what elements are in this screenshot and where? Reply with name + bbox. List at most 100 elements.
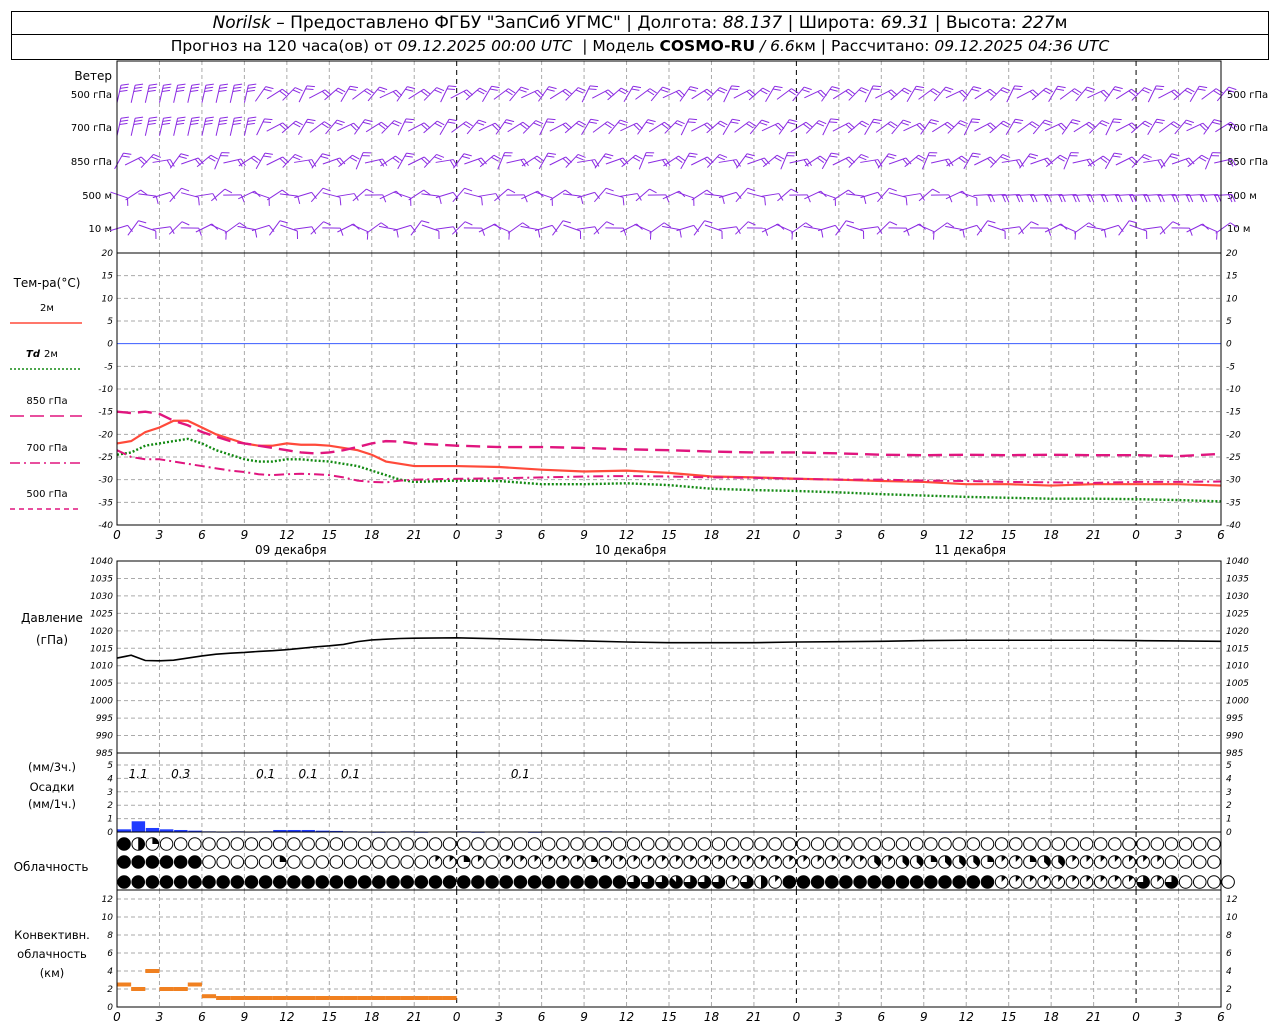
precip-unit-1h: (мм/1ч.) bbox=[28, 797, 76, 811]
convective-cloud-mark bbox=[187, 982, 202, 987]
wind-barb-icon bbox=[638, 152, 655, 170]
wind-barb-icon bbox=[552, 220, 571, 236]
cloud-cover-icon bbox=[626, 875, 641, 889]
precip-3h-sum-label: 0.1 bbox=[299, 767, 318, 781]
time-axis-hour-label-bottom: 15 bbox=[661, 1010, 676, 1024]
cloud-cover-icon bbox=[400, 855, 414, 869]
wind-barb-icon bbox=[254, 86, 274, 102]
cloud-cover-icon bbox=[230, 855, 245, 869]
convective-cloud-mark bbox=[131, 987, 146, 991]
wind-barb-icon bbox=[706, 87, 728, 101]
wind-barb-icon bbox=[506, 194, 528, 203]
cloud-cover-icon bbox=[357, 875, 372, 889]
cloud-cover-icon bbox=[669, 837, 683, 851]
cloud-cover-icon bbox=[400, 875, 414, 889]
time-axis-hour-label: 3 bbox=[835, 528, 843, 542]
cloud-cover-icon bbox=[740, 855, 754, 869]
wind-barb-icon bbox=[463, 227, 486, 236]
convective-cloud-mark bbox=[400, 996, 415, 1000]
convective-tick-label-right: 12 bbox=[1226, 895, 1238, 905]
time-axis-hour-label-bottom: 9 bbox=[580, 1010, 588, 1024]
time-axis-hour-label: 21 bbox=[746, 528, 761, 542]
convective-cloud-mark bbox=[272, 996, 287, 1000]
wind-barb-icon bbox=[144, 83, 158, 103]
cloud-cover-icon bbox=[315, 837, 330, 851]
wind-barb-icon bbox=[1063, 152, 1079, 170]
wind-barb-icon bbox=[1160, 153, 1180, 169]
temperature-tick-label-left: 10 bbox=[102, 294, 114, 304]
cloud-cover-icon bbox=[202, 855, 216, 869]
cloud-cover-icon bbox=[1178, 855, 1193, 869]
temperature-tick-label-right: -25 bbox=[1226, 453, 1241, 463]
cloud-cover-icon bbox=[1221, 875, 1235, 889]
cloud-cover-icon bbox=[386, 875, 400, 889]
legend-label: Td bbox=[26, 349, 41, 360]
precip-3h-sum-label: 1.1 bbox=[129, 767, 148, 781]
wind-barb-icon bbox=[987, 224, 1006, 240]
wind-barb-icon bbox=[605, 192, 625, 206]
time-axis-hour-label-bottom: 0 bbox=[113, 1010, 121, 1024]
legend-label: 2м bbox=[44, 349, 58, 360]
precip-3h-sum-label: 0.1 bbox=[256, 767, 275, 781]
pressure-tick-label-left: 1020 bbox=[90, 627, 113, 637]
cloud-cover-icon bbox=[782, 855, 797, 869]
wind-barb-icon bbox=[282, 87, 303, 101]
wind-barb-icon bbox=[746, 227, 769, 236]
wind-level-label-left: 500 гПа bbox=[71, 90, 112, 101]
wind-barb-icon bbox=[366, 222, 389, 234]
cloud-cover-icon bbox=[810, 875, 825, 889]
time-axis-day-label: 10 декабря bbox=[595, 543, 667, 557]
cloud-cover-icon bbox=[1008, 837, 1023, 851]
cloud-cover-icon bbox=[966, 837, 981, 851]
precip-tick-label-right: 3 bbox=[1226, 788, 1232, 798]
wind-barb-icon bbox=[634, 223, 652, 240]
cloud-cover-icon bbox=[131, 875, 146, 889]
wind-barb-icon bbox=[378, 225, 399, 238]
wind-barb-icon bbox=[790, 222, 813, 234]
cloud-cover-icon bbox=[1093, 875, 1108, 889]
wind-barb-icon bbox=[130, 116, 144, 136]
cloud-cover-icon bbox=[1051, 855, 1066, 869]
wind-barb-icon bbox=[947, 120, 968, 134]
precip-tick-label-left: 3 bbox=[107, 788, 113, 798]
cloud-cover-icon bbox=[485, 837, 499, 851]
cloud-cover-icon bbox=[640, 837, 655, 851]
pressure-panel-unit: (гПа) bbox=[36, 633, 68, 647]
time-axis-hour-label: 18 bbox=[1044, 528, 1060, 542]
wind-level-label-right: 10 м bbox=[1227, 224, 1250, 235]
cloud-cover-icon bbox=[711, 855, 726, 869]
convective-tick-label-right: 2 bbox=[1226, 985, 1232, 995]
cloud-cover-icon bbox=[216, 875, 230, 889]
convective-cloud-mark bbox=[173, 987, 188, 991]
convective-panel-unit: (км) bbox=[40, 966, 65, 980]
time-axis-hour-label: 12 bbox=[959, 528, 974, 542]
wind-barb-icon bbox=[1029, 227, 1052, 236]
wind-barb-icon bbox=[565, 153, 586, 168]
wind-barb-icon bbox=[116, 83, 129, 103]
wind-level-label-left: 500 м bbox=[82, 191, 112, 202]
cloud-cover-icon bbox=[754, 875, 768, 889]
convective-cloud-mark bbox=[117, 982, 132, 987]
wind-barb-icon bbox=[706, 120, 728, 134]
cloud-cover-icon bbox=[584, 837, 598, 851]
cloud-cover-icon bbox=[1122, 875, 1136, 889]
wind-barb-icon bbox=[214, 152, 230, 170]
wind-barb-icon bbox=[976, 220, 996, 236]
wind-barb-icon bbox=[279, 193, 301, 204]
cloud-panel-title: Облачность bbox=[14, 860, 89, 874]
time-axis-hour-label: 15 bbox=[322, 528, 337, 542]
wind-barb-icon bbox=[1058, 223, 1077, 240]
convective-tick-label-left: 0 bbox=[107, 1003, 113, 1013]
wind-barb-icon bbox=[888, 192, 908, 206]
cloud-cover-icon bbox=[499, 837, 514, 851]
time-axis-hour-label: 9 bbox=[241, 528, 249, 542]
wind-barb-icon bbox=[1072, 158, 1096, 167]
convective-cloud-mark bbox=[244, 996, 259, 1000]
time-axis-hour-label-bottom: 18 bbox=[1044, 1010, 1060, 1024]
wind-barb-icon bbox=[224, 222, 247, 234]
time-axis-hour-label: 15 bbox=[1001, 528, 1016, 542]
cloud-cover-icon bbox=[428, 875, 443, 889]
cloud-cover-icon bbox=[994, 837, 1009, 851]
cloud-cover-icon bbox=[796, 837, 811, 851]
cloud-cover-icon bbox=[428, 855, 443, 869]
